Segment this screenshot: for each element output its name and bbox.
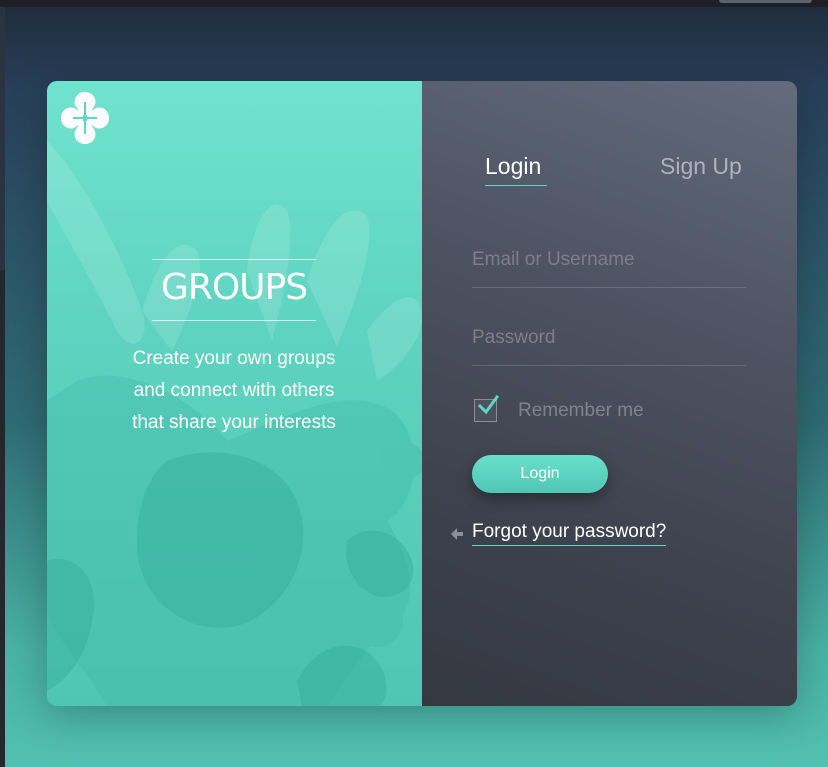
tab-sign-up[interactable]: Sign Up	[660, 153, 742, 180]
email-field-wrapper	[472, 235, 746, 288]
brand-title: GROUPS	[160, 267, 308, 308]
brand-title-top-rule	[152, 259, 316, 260]
auth-card: GROUPS Create your own groups and connec…	[47, 81, 797, 706]
brand-tagline: Create your own groups and connect with …	[97, 343, 371, 439]
password-input[interactable]	[472, 313, 746, 363]
brand-tagline-line: and connect with others	[133, 380, 335, 401]
arrow-left-icon	[451, 528, 463, 540]
left-edge-strip-dark	[0, 270, 5, 767]
password-field-wrapper	[472, 313, 746, 366]
login-panel: Login Sign Up Remember me Login Forgot y…	[422, 81, 797, 706]
brand-title-bottom-rule	[152, 320, 316, 321]
browser-tab-indicator[interactable]	[719, 0, 812, 3]
remember-me-checkbox[interactable]	[474, 394, 499, 422]
clover-logo-icon[interactable]	[59, 90, 111, 146]
active-tab-underline	[485, 185, 547, 186]
tab-login[interactable]: Login	[485, 153, 541, 180]
brand-panel: GROUPS Create your own groups and connec…	[47, 81, 422, 706]
forgot-password-link[interactable]: Forgot your password?	[472, 521, 667, 546]
browser-top-bar	[0, 0, 828, 7]
brand-tagline-line: Create your own groups	[132, 348, 336, 369]
checkmark-icon	[477, 394, 499, 415]
remember-me-label: Remember me	[518, 400, 644, 421]
login-button[interactable]: Login	[472, 455, 608, 493]
email-or-username-input[interactable]	[472, 235, 746, 285]
brand-tagline-line: that share your interests	[132, 412, 336, 433]
